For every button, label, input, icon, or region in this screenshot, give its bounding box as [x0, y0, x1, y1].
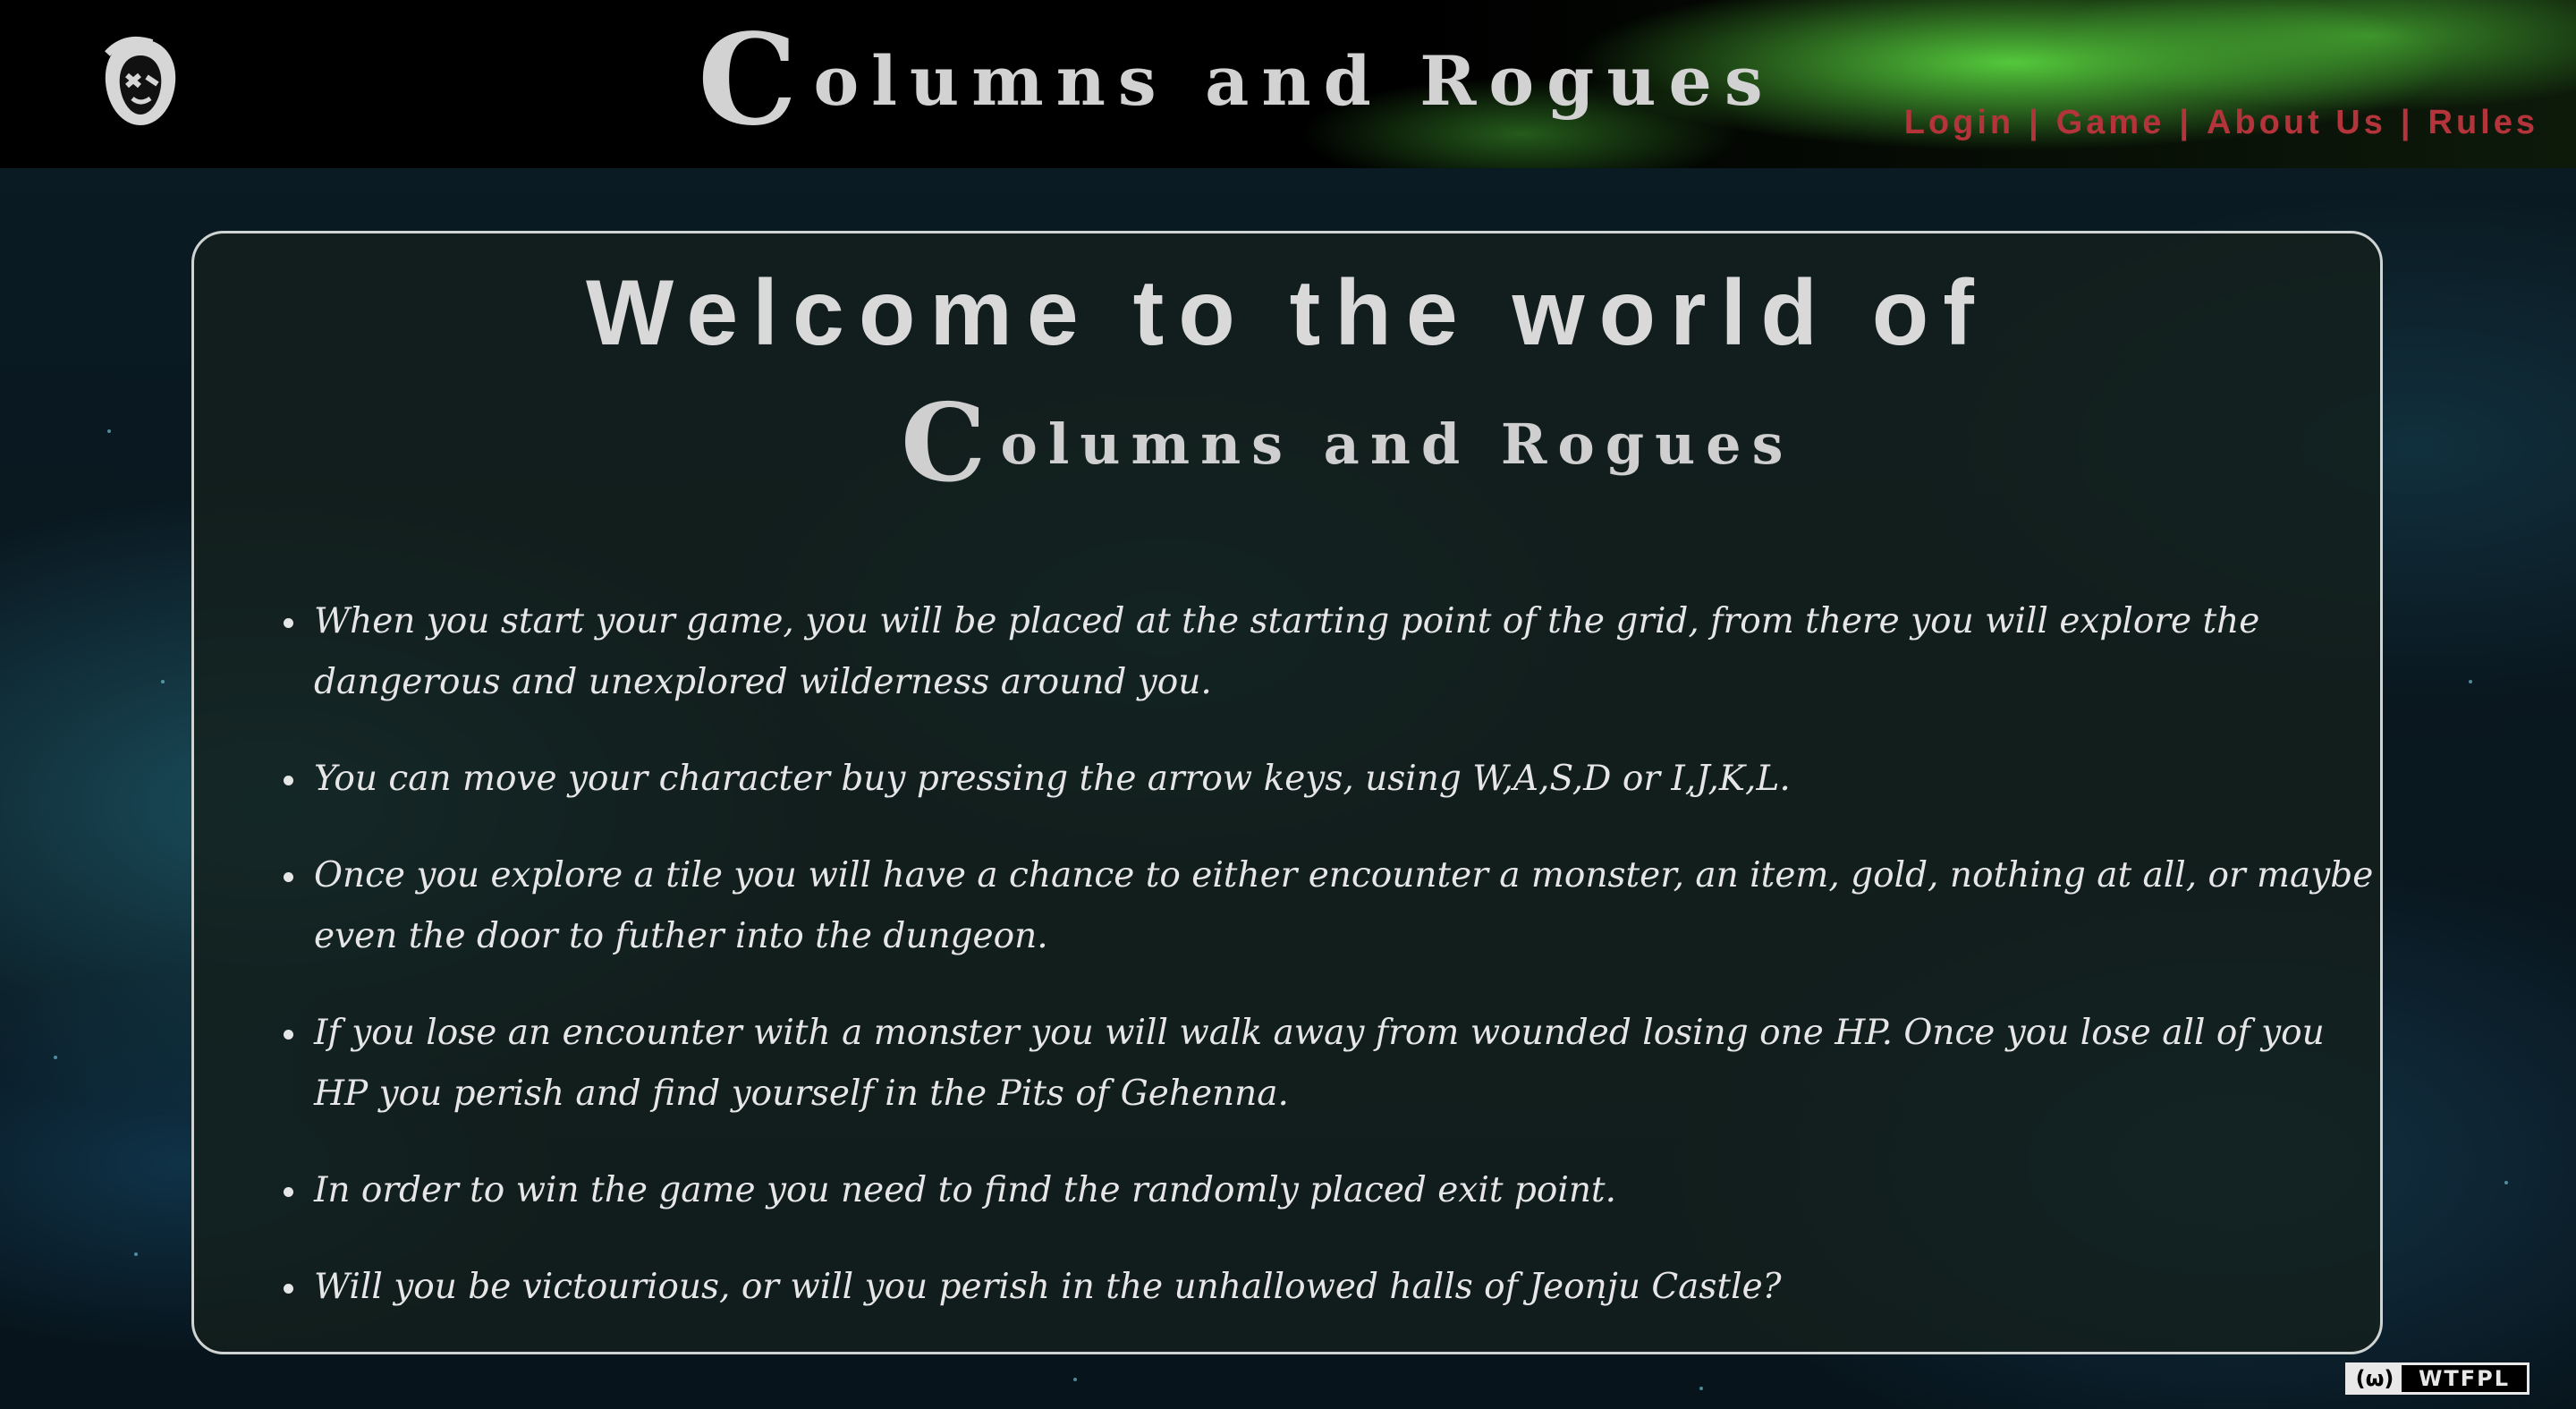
main-nav: Login | Game | About Us | Rules	[1904, 104, 2538, 142]
welcome-heading: Welcome to the world of	[586, 261, 1988, 365]
rule-item: If you lose an encounter with a monster …	[309, 1003, 2384, 1125]
background-speck	[134, 1252, 138, 1256]
site-header: C olumns and Rogues Login | Game | About…	[0, 0, 2576, 168]
site-brand-title[interactable]: C olumns and Rogues	[698, 7, 1763, 154]
background-speck	[161, 680, 165, 683]
cc-icon: (ω)	[2348, 1365, 2402, 1392]
hooded-rogue-icon[interactable]	[98, 36, 182, 129]
rule-item: When you start your game, you will be pl…	[309, 591, 2384, 713]
rules-list: When you start your game, you will be pl…	[257, 591, 2384, 1354]
nav-about-us-link[interactable]: About Us	[2207, 104, 2386, 142]
brand-rest: olumns and Rogues	[813, 40, 1775, 121]
license-label: WTFPL	[2418, 1366, 2511, 1391]
brand-initial: C	[698, 7, 810, 154]
brand-rest: olumns and Rogues	[1000, 411, 1794, 477]
rule-item: You can move your character buy pressing…	[309, 749, 2384, 810]
background-speck	[2469, 680, 2472, 683]
rule-item: Will you be victourious, or will you per…	[309, 1257, 2384, 1318]
nav-separator: |	[2029, 104, 2042, 141]
nav-separator: |	[2179, 104, 2192, 141]
nav-separator: |	[2400, 104, 2414, 141]
card-brand-title: C olumns and Rogues	[901, 386, 1867, 502]
background-speck	[2504, 1181, 2508, 1184]
brand-initial: C	[901, 380, 997, 506]
rules-card: Welcome to the world of C olumns and Rog…	[191, 231, 2383, 1354]
nav-login-link[interactable]: Login	[1904, 104, 2014, 142]
rule-item: Once you explore a tile you will have a …	[309, 845, 2384, 967]
background-speck	[1699, 1387, 1703, 1390]
background-speck	[54, 1056, 57, 1059]
license-badge[interactable]: (ω) WTFPL	[2345, 1362, 2529, 1395]
background-speck	[107, 429, 111, 433]
nav-game-link[interactable]: Game	[2056, 104, 2165, 142]
background-speck	[1073, 1378, 1077, 1381]
page: C olumns and Rogues Login | Game | About…	[0, 0, 2576, 1409]
rule-item: In order to win the game you need to fin…	[309, 1160, 2384, 1221]
nav-rules-link[interactable]: Rules	[2428, 104, 2538, 142]
